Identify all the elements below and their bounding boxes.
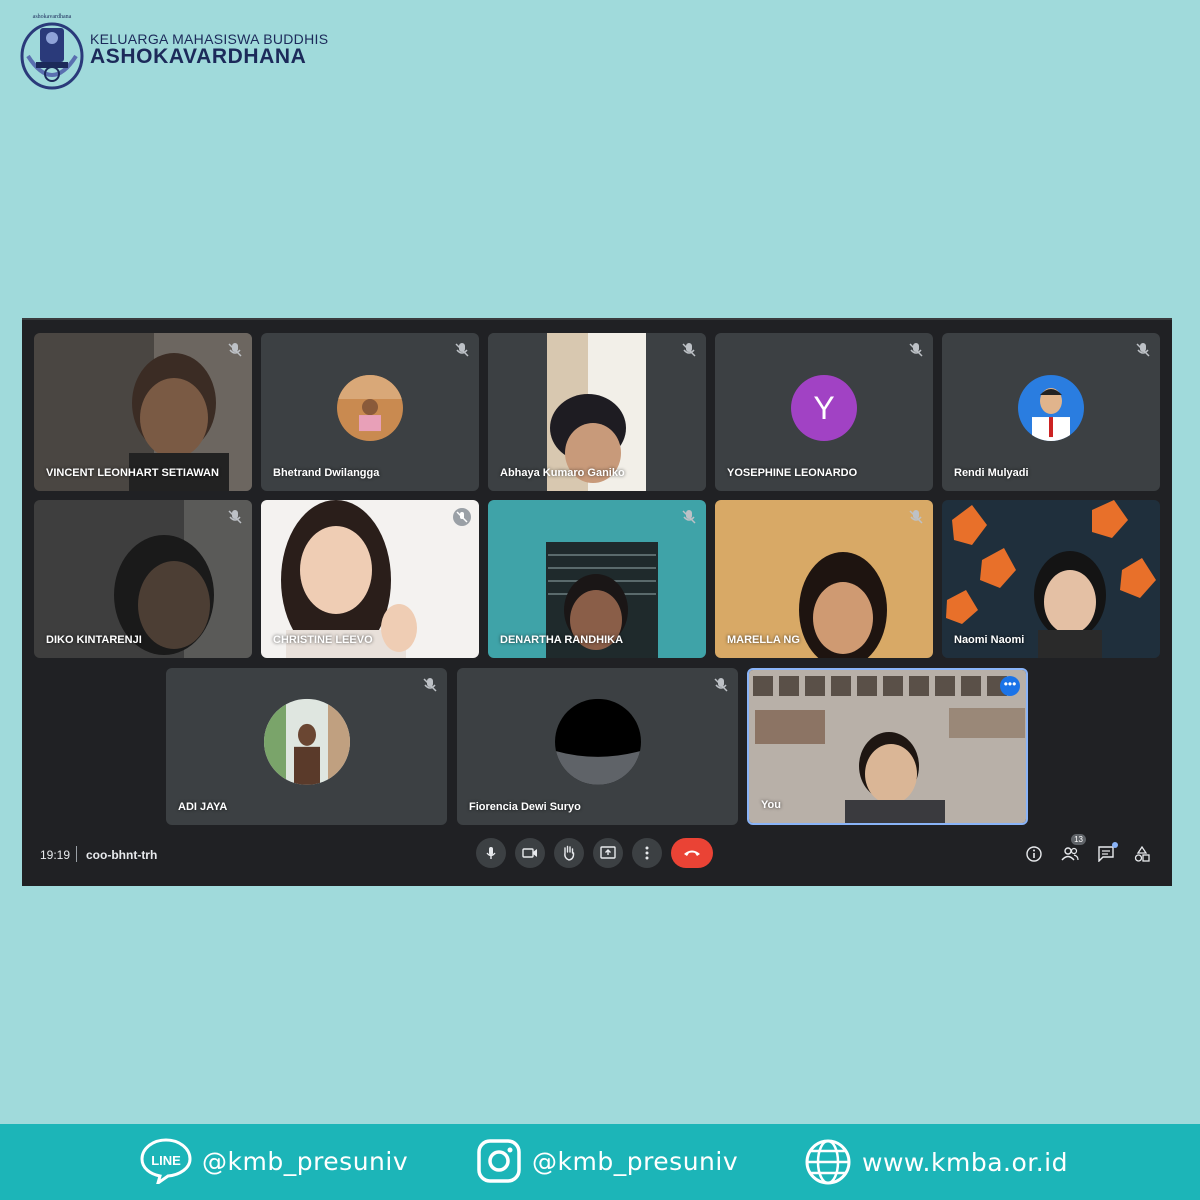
chat-icon: [1098, 846, 1114, 862]
org-subtitle: KELUARGA MAHASISWA BUDDHIS: [90, 30, 329, 47]
website-contact[interactable]: www.kmba.or.id: [804, 1138, 1068, 1186]
line-icon: LINE: [140, 1138, 192, 1184]
participant-name: Bhetrand Dwilangga: [273, 467, 380, 479]
org-logo: ashokavardhana KELUARGA MAHASISWA BUDDHI…: [18, 8, 328, 92]
instagram-icon: [477, 1139, 521, 1183]
mic-off-icon: [423, 678, 437, 692]
svg-text:ashokavardhana: ashokavardhana: [33, 14, 72, 20]
mic-off-icon: [909, 343, 923, 357]
avatar: [337, 375, 403, 442]
microphone-button[interactable]: [476, 838, 506, 868]
participant-name: DIKO KINTARENJI: [46, 634, 142, 646]
participant-name: MARELLA NG: [727, 634, 800, 646]
participant-tile[interactable]: DIKO KINTARENJI: [34, 500, 252, 658]
present-icon: [600, 846, 616, 859]
participant-name: ADI JAYA: [178, 801, 228, 813]
chat-button[interactable]: [1096, 842, 1118, 864]
org-title: ASHOKAVARDHANA: [90, 45, 307, 69]
participant-name: CHRISTINE LEEVO: [273, 634, 373, 646]
mic-off-icon: [453, 508, 471, 526]
participant-name: YOSEPHINE LEONARDO: [727, 467, 858, 479]
instagram-contact[interactable]: @kmb_presuniv: [476, 1138, 738, 1184]
more-options-icon: [645, 846, 649, 860]
participant-tile[interactable]: Y YOSEPHINE LEONARDO: [715, 333, 933, 491]
raise-hand-icon: [564, 845, 575, 861]
activities-icon: [1134, 846, 1150, 862]
mic-off-icon: [455, 343, 469, 357]
camera-button[interactable]: [515, 838, 545, 868]
ashokavardhana-emblem-icon: ashokavardhana: [20, 14, 84, 90]
camera-icon: [522, 848, 537, 858]
more-options-icon[interactable]: •••: [1000, 676, 1020, 696]
self-video: [749, 670, 1026, 823]
participant-tile[interactable]: Abhaya Kumaro Ganiko: [488, 333, 706, 491]
line-label: LINE: [151, 1153, 181, 1168]
present-button[interactable]: [593, 838, 623, 868]
participant-tile[interactable]: Rendi Mulyadi: [942, 333, 1160, 491]
social-footer: LINE @kmb_presuniv @kmb_presuniv www.kmb…: [0, 1124, 1200, 1200]
participant-name: Abhaya Kumaro Ganiko: [500, 467, 625, 479]
globe-icon: [805, 1139, 851, 1185]
microphone-icon: [486, 847, 496, 859]
line-handle: @kmb_presuniv: [202, 1146, 409, 1176]
activities-button[interactable]: [1132, 844, 1152, 864]
participant-tile[interactable]: CHRISTINE LEEVO: [261, 500, 479, 658]
participant-tile[interactable]: Naomi Naomi: [942, 500, 1160, 658]
participant-tile[interactable]: VINCENT LEONHART SETIAWAN: [34, 333, 252, 491]
participant-name: Naomi Naomi: [954, 634, 1025, 646]
divider: [76, 846, 77, 862]
website-link: www.kmba.or.id: [862, 1147, 1068, 1177]
instagram-handle: @kmb_presuniv: [532, 1146, 739, 1176]
participant-name: VINCENT LEONHART SETIAWAN: [46, 467, 219, 479]
participant-name: You: [761, 799, 781, 811]
participant-name: Fiorencia Dewi Suryo: [469, 801, 581, 813]
mic-off-icon: [682, 510, 696, 524]
more-options-button[interactable]: [632, 838, 662, 868]
mic-off-icon: [1136, 343, 1150, 357]
video-call-window: VINCENT LEONHART SETIAWAN Bhetrand Dwila…: [22, 318, 1172, 886]
mic-off-icon: [909, 510, 923, 524]
mic-off-icon: [228, 510, 242, 524]
chat-notification-dot: [1112, 842, 1118, 848]
participant-tile[interactable]: Fiorencia Dewi Suryo: [457, 668, 738, 825]
avatar: [554, 698, 641, 785]
participant-tile[interactable]: DENARTHA RANDHIKA: [488, 500, 706, 658]
meeting-time: 19:19: [40, 848, 71, 862]
participant-tile[interactable]: Bhetrand Dwilangga: [261, 333, 479, 491]
mic-off-icon: [714, 678, 728, 692]
self-view-tile[interactable]: ••• You: [747, 668, 1028, 825]
meeting-details-button[interactable]: [1024, 844, 1044, 864]
line-contact[interactable]: LINE @kmb_presuniv: [140, 1138, 408, 1184]
info-icon: [1026, 846, 1042, 862]
participant-tile[interactable]: ADI JAYA: [166, 668, 447, 825]
letter-avatar: Y: [791, 375, 857, 442]
avatar: [1018, 375, 1084, 442]
people-button[interactable]: 13: [1060, 834, 1086, 864]
participant-tile[interactable]: MARELLA NG: [715, 500, 933, 658]
hang-up-icon: [684, 850, 700, 856]
mic-off-icon: [682, 343, 696, 357]
participant-name: Rendi Mulyadi: [954, 467, 1029, 479]
avatar: [263, 698, 350, 785]
meeting-code: coo-bhnt-trh: [86, 848, 158, 862]
mic-off-icon: [228, 343, 242, 357]
hang-up-button[interactable]: [671, 838, 713, 868]
raise-hand-button[interactable]: [554, 838, 584, 868]
participant-count-badge: 13: [1071, 834, 1086, 845]
participant-name: DENARTHA RANDHIKA: [500, 634, 624, 646]
people-icon: [1061, 847, 1079, 861]
